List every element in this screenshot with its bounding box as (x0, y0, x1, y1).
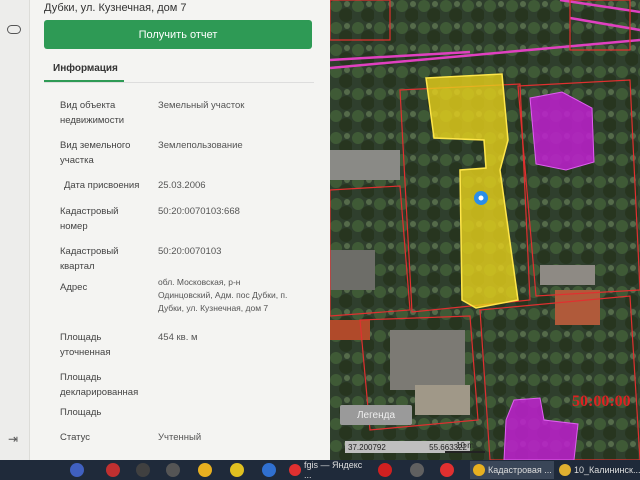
field-label: Вид земельного участка (60, 140, 131, 166)
field-value: 25.03.2006 (158, 180, 206, 191)
field-label: Дата присвоения (64, 180, 140, 191)
map-canvas[interactable] (330, 0, 640, 460)
opera-icon[interactable] (378, 463, 392, 477)
roof (415, 385, 470, 415)
taskbar-item[interactable]: Кадастровая ... (470, 461, 554, 479)
field-value: Учтенный (158, 432, 202, 443)
yandex-icon[interactable] (440, 463, 454, 477)
roof (330, 320, 370, 340)
field-value: Земельный участок (158, 100, 245, 111)
roof (540, 265, 595, 285)
tab-divider (44, 82, 314, 83)
map-view[interactable] (330, 0, 640, 460)
scale-bar: 10 m (445, 441, 485, 453)
building-polygon[interactable] (529, 91, 595, 171)
tab-info[interactable]: Информация (53, 63, 118, 74)
longitude: 37.200792 (348, 442, 386, 452)
app-icon[interactable] (70, 463, 84, 477)
get-report-button[interactable]: Получить отчет (44, 20, 312, 49)
roof (330, 250, 375, 290)
field-value: 50:20:0070103:668 (158, 206, 240, 217)
field-label: Площадь (60, 407, 102, 418)
logout-icon[interactable]: ⇥ (8, 432, 18, 446)
folder-icon (559, 464, 571, 476)
roof (555, 290, 600, 325)
chrome-icon[interactable] (198, 463, 212, 477)
app-icon[interactable] (166, 463, 180, 477)
field-label: Площадь декларированная (60, 372, 139, 398)
taskbar-item-label: 10_Калининск... (574, 465, 640, 475)
roof (390, 330, 465, 390)
side-rail: ⇥ (0, 0, 30, 460)
field-label: Кадастровый квартал (60, 246, 119, 272)
cloud-icon[interactable] (7, 25, 21, 34)
taskbar-item-label: fgis — Яндекс ... (304, 460, 363, 480)
app-icon[interactable] (410, 463, 424, 477)
field-value: обл. Московская, р-н Одинцовский, Адм. п… (158, 277, 288, 313)
location-pin-dot (478, 195, 484, 201)
app-icon[interactable] (106, 463, 120, 477)
object-address-title: Дубки, ул. Кузнечная, дом 7 (44, 2, 187, 14)
taskbar-item-label: Кадастровая ... (488, 465, 552, 475)
field-label: Адрес (60, 282, 88, 293)
cadastral-zone-label: 50:00:00 (572, 393, 631, 410)
yandex-icon (289, 464, 301, 476)
field-value: Землепользование (158, 140, 243, 151)
field-value: 50:20:0070103 (158, 246, 222, 257)
app-icon[interactable] (136, 463, 150, 477)
taskbar-item[interactable]: 10_Калининск... (556, 461, 640, 479)
field-label: Кадастровый номер (60, 206, 119, 232)
field-value: 454 кв. м (158, 332, 198, 343)
field-label: Статус (60, 432, 91, 443)
taskbar-item[interactable]: fgis — Яндекс ... (286, 460, 372, 480)
roof (330, 150, 400, 180)
app-icon[interactable] (262, 463, 276, 477)
field-label: Площадь уточненная (60, 332, 111, 358)
app-icon[interactable] (230, 463, 244, 477)
info-panel: ⇥ Дубки, ул. Кузнечная, дом 7 Получить о… (0, 0, 330, 460)
field-label: Вид объекта недвижимости (60, 100, 125, 126)
legend-button[interactable]: Легенда (340, 405, 412, 425)
chrome-icon (473, 464, 485, 476)
